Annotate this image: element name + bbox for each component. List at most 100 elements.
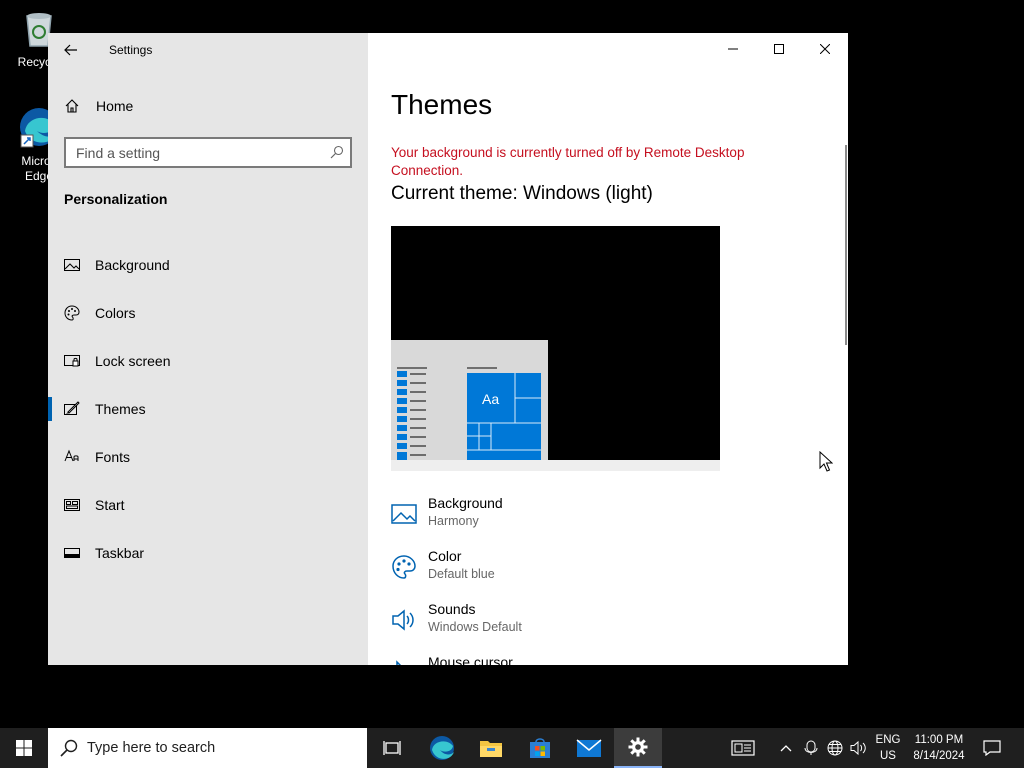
nav-list: Background Colors Lock screen Themes Fon…: [48, 241, 368, 577]
sidebar-item-label: Start: [95, 497, 125, 513]
close-icon: [820, 44, 830, 54]
start-tiles-icon: [64, 499, 80, 511]
rdp-warning-text: Your background is currently turned off …: [391, 145, 745, 178]
tray-overflow-button[interactable]: [776, 728, 796, 768]
preview-start-menu-graphic: [397, 367, 541, 460]
app-title: Settings: [109, 43, 153, 57]
speaker-icon: [392, 609, 414, 631]
palette-icon: [392, 555, 416, 579]
themes-brush-icon: [64, 401, 80, 415]
sidebar-item-colors[interactable]: Colors: [48, 289, 368, 337]
tray-network[interactable]: [824, 728, 846, 768]
edge-icon: [430, 736, 454, 760]
minimize-icon: [728, 48, 738, 50]
tray-volume[interactable]: [848, 728, 870, 768]
cursor-icon: [396, 660, 402, 665]
search-icon: [60, 739, 78, 757]
theme-setting-background[interactable]: Background Harmony: [391, 495, 791, 539]
meet-now-icon: [804, 740, 818, 755]
sidebar-item-label: Themes: [95, 401, 146, 417]
sidebar: Settings Home Find a setting Personaliza…: [48, 33, 368, 665]
palette-icon: [64, 305, 80, 321]
theme-preview: Aa: [391, 226, 720, 471]
fonts-icon: [64, 449, 79, 462]
sidebar-item-taskbar[interactable]: Taskbar: [48, 529, 368, 577]
search-placeholder: Find a setting: [76, 145, 161, 161]
taskbar-search-placeholder: Type here to search: [87, 740, 216, 756]
theme-setting-sounds[interactable]: Sounds Windows Default: [391, 601, 791, 645]
tray-news-button[interactable]: [726, 728, 760, 768]
window-controls: [710, 33, 848, 65]
search-input[interactable]: Find a setting: [64, 137, 352, 168]
sidebar-item-themes[interactable]: Themes: [48, 385, 368, 433]
current-theme-label: Current theme: Windows (light): [391, 183, 653, 204]
store-icon: [530, 738, 550, 758]
taskbar-app-file-explorer[interactable]: [467, 728, 515, 768]
sidebar-item-fonts[interactable]: Fonts: [48, 433, 368, 481]
tray-clock[interactable]: 11:00 PM 8/14/2024: [906, 728, 972, 768]
lock-screen-icon: [64, 355, 80, 367]
page-title: Themes: [391, 89, 493, 120]
chevron-up-icon: [780, 745, 792, 752]
sidebar-item-label: Lock screen: [95, 353, 171, 369]
taskbar-icon: [64, 548, 80, 558]
picture-icon: [64, 259, 80, 271]
theme-setting-name: Sounds: [428, 601, 476, 617]
theme-setting-color[interactable]: Color Default blue: [391, 548, 791, 592]
start-button[interactable]: [0, 728, 48, 768]
nav-home[interactable]: Home: [48, 93, 368, 119]
sidebar-item-label: Colors: [95, 305, 136, 321]
theme-setting-name: Mouse cursor: [428, 654, 513, 665]
preview-start-menu: Aa: [391, 340, 548, 460]
minimize-button[interactable]: [710, 33, 756, 65]
close-button[interactable]: [802, 33, 848, 65]
theme-setting-value: Default blue: [428, 567, 495, 581]
taskbar-search-box[interactable]: Type here to search: [48, 728, 367, 768]
title-bar: Settings: [48, 33, 368, 67]
clock-date: 8/14/2024: [913, 750, 965, 762]
nav-home-label: Home: [96, 98, 134, 114]
main-content: Themes Your background is currently turn…: [368, 33, 848, 665]
sidebar-item-label: Taskbar: [95, 545, 145, 561]
desktop: Recycle Micros Edge Settings Home Find a…: [0, 0, 1024, 728]
theme-setting-name: Color: [428, 548, 462, 564]
search-icon: [330, 145, 344, 164]
tray-notifications[interactable]: [977, 728, 1007, 768]
tray-meet-now[interactable]: [801, 728, 821, 768]
taskbar-app-settings[interactable]: [614, 728, 662, 768]
clock-time: 11:00 PM: [914, 734, 964, 746]
sidebar-item-background[interactable]: Background: [48, 241, 368, 289]
taskbar-app-edge[interactable]: [418, 728, 466, 768]
scrollbar[interactable]: [845, 145, 847, 345]
theme-setting-mouse-cursor[interactable]: Mouse cursor: [391, 654, 791, 665]
picture-icon: [391, 504, 417, 524]
task-view-icon: [383, 741, 401, 755]
back-arrow-icon: [64, 44, 77, 56]
maximize-icon: [774, 44, 784, 54]
news-icon: [731, 740, 755, 756]
sidebar-item-label: Background: [95, 257, 170, 273]
theme-setting-value: Windows Default: [428, 620, 522, 634]
windows-logo-icon: [16, 740, 32, 756]
network-globe-icon: [827, 740, 843, 756]
sidebar-item-label: Fonts: [95, 449, 131, 465]
home-icon: [48, 98, 96, 114]
back-button[interactable]: [58, 39, 84, 61]
theme-setting-name: Background: [428, 495, 503, 511]
sidebar-item-lock-screen[interactable]: Lock screen: [48, 337, 368, 385]
preview-tile-text: Aa: [482, 391, 500, 407]
taskbar-app-store[interactable]: [516, 728, 564, 768]
maximize-button[interactable]: [756, 33, 802, 65]
mail-icon: [576, 739, 602, 757]
tray-language[interactable]: ENG US: [871, 728, 905, 768]
speaker-icon: [850, 740, 866, 756]
language-code: ENG: [875, 734, 901, 746]
gear-icon: [628, 737, 648, 757]
sidebar-item-start[interactable]: Start: [48, 481, 368, 529]
taskbar: Type here to search ENG US 11:00 PM 8/14…: [0, 728, 1024, 768]
folder-icon: [480, 741, 502, 757]
language-region: US: [880, 750, 896, 762]
task-view-button[interactable]: [368, 728, 416, 768]
settings-window: Settings Home Find a setting Personaliza…: [48, 33, 848, 665]
taskbar-app-mail[interactable]: [565, 728, 613, 768]
